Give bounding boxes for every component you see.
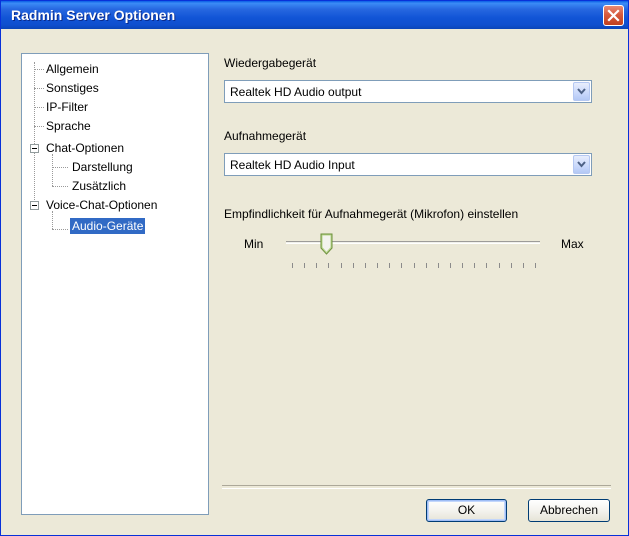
tree-item-audio-geraete[interactable]: Audio-Geräte bbox=[70, 218, 146, 234]
tree-item-sonstiges[interactable]: Sonstiges bbox=[44, 80, 101, 96]
slider-tick bbox=[462, 263, 463, 268]
tree-item-allgemein[interactable]: Allgemein bbox=[44, 61, 101, 77]
tree-line bbox=[34, 88, 44, 89]
recording-dropdown-button[interactable] bbox=[573, 155, 590, 174]
slider-tick bbox=[389, 263, 390, 268]
slider-tick bbox=[365, 263, 366, 268]
slider-tick bbox=[316, 263, 317, 268]
slider-tick bbox=[426, 263, 427, 268]
slider-tick bbox=[292, 263, 293, 268]
tree-item-ip-filter[interactable]: IP-Filter bbox=[44, 99, 90, 115]
collapse-chat-options-icon[interactable] bbox=[30, 144, 39, 153]
tree-line bbox=[34, 62, 35, 206]
slider-tick bbox=[328, 263, 329, 268]
options-dialog: Radmin Server Optionen Allgemein Sonstig… bbox=[0, 0, 629, 536]
close-button[interactable] bbox=[603, 5, 624, 26]
slider-tick bbox=[499, 263, 500, 268]
tree-line bbox=[34, 107, 44, 108]
collapse-voice-chat-options-icon[interactable] bbox=[30, 201, 39, 210]
chevron-down-icon bbox=[577, 88, 586, 95]
slider-max-label: Max bbox=[561, 237, 584, 251]
slider-tick bbox=[450, 263, 451, 268]
tree-item-zusaetzlich[interactable]: Zusätzlich bbox=[70, 178, 128, 194]
sensitivity-slider-thumb[interactable] bbox=[320, 233, 333, 255]
ok-button[interactable]: OK bbox=[426, 499, 507, 522]
slider-tick bbox=[438, 263, 439, 268]
slider-ticks bbox=[292, 263, 536, 269]
playback-device-label: Wiedergabegerät bbox=[224, 56, 317, 70]
slider-tick bbox=[414, 263, 415, 268]
options-tree: Allgemein Sonstiges IP-Filter Sprache Ch… bbox=[21, 53, 209, 515]
window-title: Radmin Server Optionen bbox=[11, 7, 176, 23]
tree-item-chat-optionen[interactable]: Chat-Optionen bbox=[44, 140, 126, 156]
slider-tick bbox=[401, 263, 402, 268]
recording-device-select[interactable]: Realtek HD Audio Input bbox=[224, 153, 592, 176]
title-bar[interactable]: Radmin Server Optionen bbox=[1, 1, 628, 29]
playback-dropdown-button[interactable] bbox=[573, 82, 590, 101]
tree-item-voice-chat-optionen[interactable]: Voice-Chat-Optionen bbox=[44, 197, 159, 213]
chevron-down-icon bbox=[577, 161, 586, 168]
playback-device-value: Realtek HD Audio output bbox=[230, 85, 362, 99]
tree-line bbox=[52, 211, 53, 229]
slider-tick bbox=[341, 263, 342, 268]
tree-line bbox=[34, 126, 44, 127]
slider-tick bbox=[353, 263, 354, 268]
tree-line bbox=[34, 69, 44, 70]
tree-item-darstellung[interactable]: Darstellung bbox=[70, 159, 135, 175]
tree-line bbox=[52, 186, 68, 187]
slider-tick bbox=[486, 263, 487, 268]
sensitivity-label: Empfindlichkeit für Aufnahmegerät (Mikro… bbox=[224, 207, 519, 221]
recording-device-label: Aufnahmegerät bbox=[224, 129, 307, 143]
slider-min-label: Min bbox=[244, 237, 264, 251]
slider-tick bbox=[474, 263, 475, 268]
slider-tick bbox=[304, 263, 305, 268]
tree-line bbox=[52, 167, 68, 168]
tree-line bbox=[52, 154, 53, 186]
recording-device-value: Realtek HD Audio Input bbox=[230, 158, 355, 172]
slider-tick bbox=[535, 263, 536, 268]
close-icon bbox=[607, 9, 620, 22]
slider-tick bbox=[377, 263, 378, 268]
tree-item-sprache[interactable]: Sprache bbox=[44, 118, 93, 134]
tree-line bbox=[52, 229, 68, 230]
cancel-button[interactable]: Abbrechen bbox=[528, 499, 610, 522]
separator bbox=[222, 485, 611, 489]
slider-tick bbox=[523, 263, 524, 268]
playback-device-select[interactable]: Realtek HD Audio output bbox=[224, 80, 592, 103]
slider-tick bbox=[511, 263, 512, 268]
